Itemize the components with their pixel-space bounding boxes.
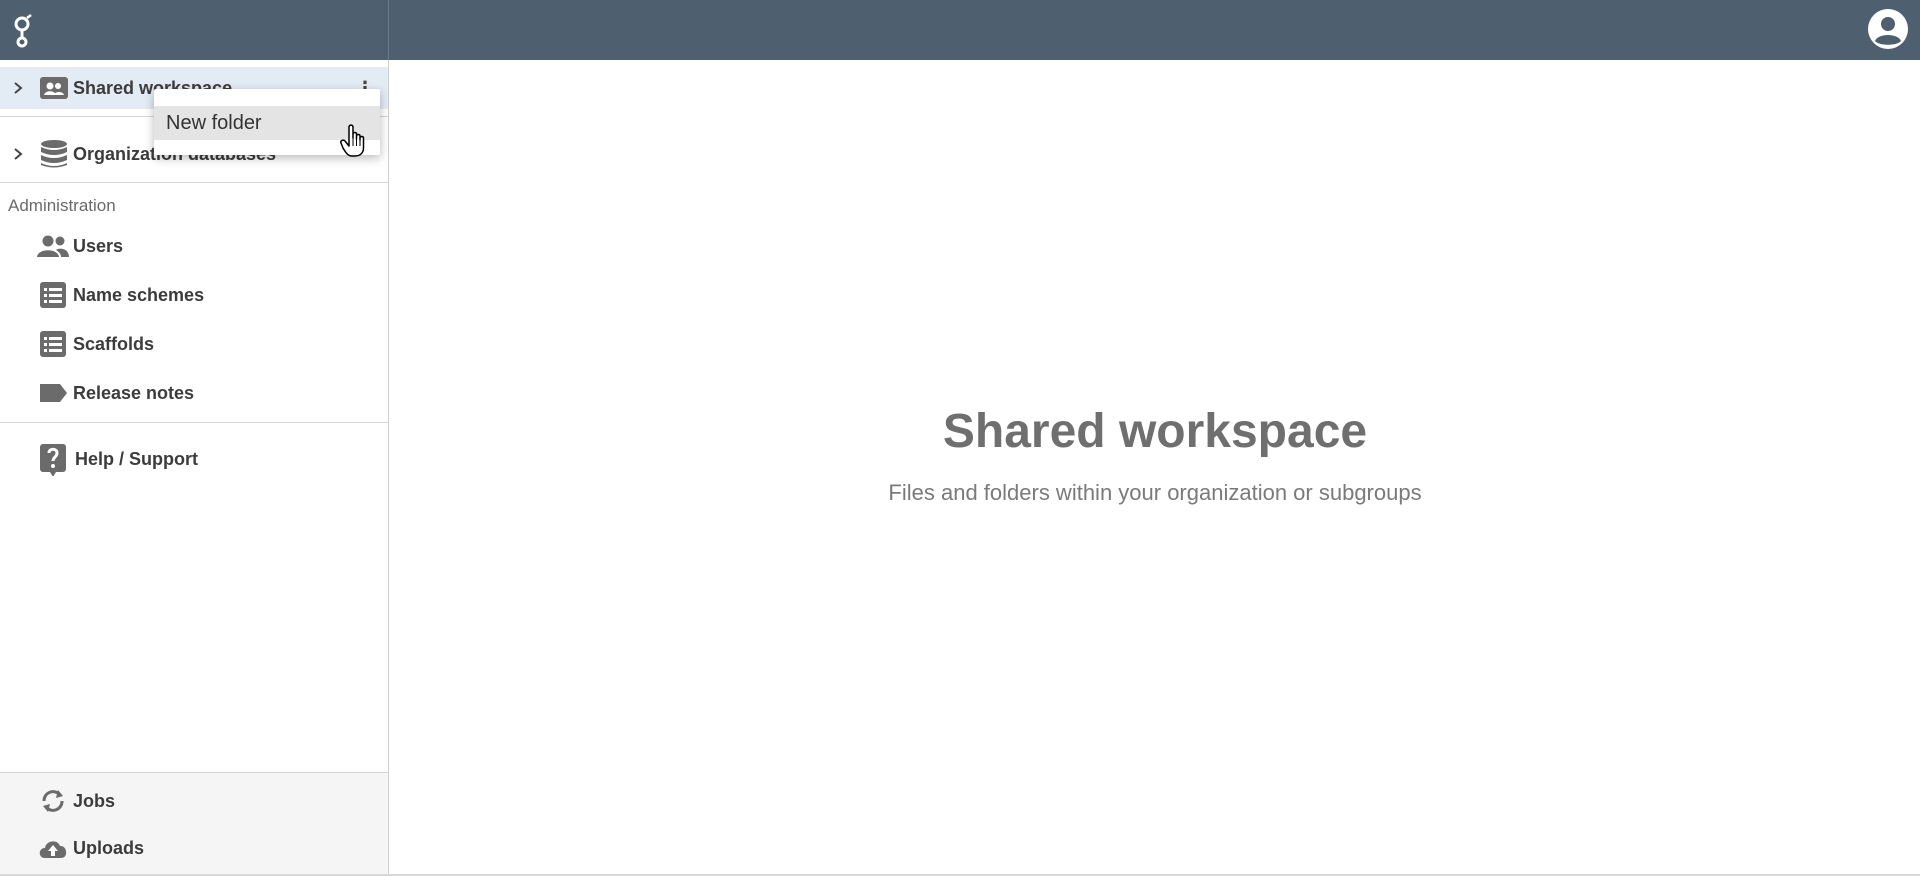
chevron-right-icon[interactable] bbox=[12, 147, 24, 161]
divider bbox=[0, 182, 388, 183]
users-icon bbox=[37, 235, 69, 257]
menu-item-label: New folder bbox=[166, 112, 262, 134]
tag-icon bbox=[40, 384, 67, 402]
nav-item-jobs[interactable]: Jobs bbox=[0, 781, 388, 821]
divider bbox=[0, 422, 388, 423]
nav-item-users[interactable]: Users bbox=[0, 226, 388, 266]
page-subtitle: Files and folders within your organizati… bbox=[888, 480, 1422, 505]
administration-section-title: Administration bbox=[8, 196, 116, 215]
nav-item-label: Uploads bbox=[73, 838, 145, 858]
nav-item-name-schemes[interactable]: Name schemes bbox=[0, 275, 388, 315]
nav-item-release-notes[interactable]: Release notes bbox=[0, 373, 388, 413]
help-icon bbox=[40, 444, 66, 476]
chevron-right-icon[interactable] bbox=[12, 81, 24, 95]
nav-item-scaffolds[interactable]: Scaffolds bbox=[0, 324, 388, 364]
top-bar-sidebar-section bbox=[0, 0, 389, 60]
cloud-upload-icon bbox=[39, 841, 67, 858]
app-logo-icon[interactable] bbox=[10, 12, 34, 48]
top-bar bbox=[0, 0, 1920, 60]
nav-item-label: Scaffolds bbox=[73, 334, 155, 354]
account-icon[interactable] bbox=[1866, 7, 1910, 51]
database-icon bbox=[41, 140, 67, 168]
bottom-panel: Jobs Uploads bbox=[0, 772, 388, 876]
page-title: Shared workspace bbox=[942, 405, 1368, 458]
nav-item-help-support[interactable]: Help / Support bbox=[0, 439, 388, 479]
sync-icon bbox=[42, 790, 64, 812]
nav-item-label: Jobs bbox=[73, 791, 116, 811]
hand-cursor-icon bbox=[340, 124, 365, 157]
list-icon bbox=[40, 331, 66, 357]
sidebar: Shared workspace ⋮ Organization database… bbox=[0, 60, 389, 876]
shared-workspace-icon bbox=[40, 77, 68, 99]
nav-item-uploads[interactable]: Uploads bbox=[0, 828, 388, 868]
list-icon bbox=[40, 282, 66, 308]
nav-item-label: Help / Support bbox=[75, 449, 198, 469]
nav-item-label: Users bbox=[73, 236, 124, 256]
nav-item-label: Release notes bbox=[73, 383, 195, 403]
nav-item-label: Name schemes bbox=[73, 285, 205, 305]
